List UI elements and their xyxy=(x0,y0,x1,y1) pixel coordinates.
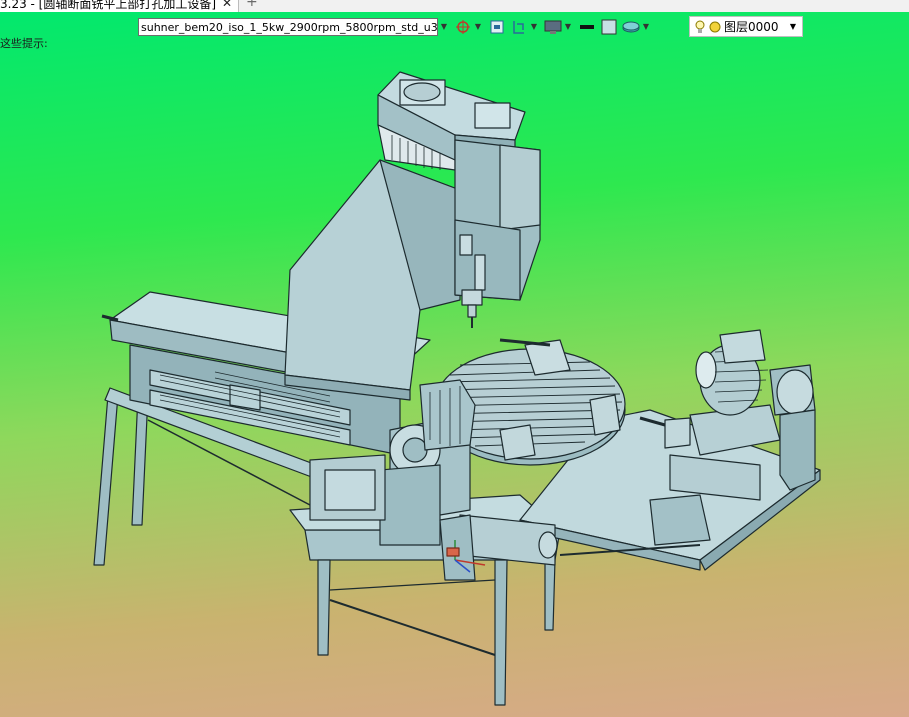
view-orient-icon[interactable] xyxy=(454,18,472,36)
hint-text: 这些提示: xyxy=(0,37,48,50)
tab-document[interactable]: 3.23 - [圆轴断面铣平上部打孔加工设备] ✕ xyxy=(0,0,240,12)
fill-color-icon[interactable] xyxy=(600,18,618,36)
display-mode-icon[interactable] xyxy=(544,18,562,36)
layer-name: 图层0000 xyxy=(724,20,779,34)
chevron-down-icon[interactable]: ▼ xyxy=(438,18,450,36)
3d-viewport[interactable]: 3.23 - [圆轴断面铣平上部打孔加工设备] ✕ + 这些提示: suhner… xyxy=(0,0,909,717)
close-icon[interactable]: ✕ xyxy=(222,0,232,10)
cad-model[interactable] xyxy=(0,0,909,717)
line-color-icon[interactable] xyxy=(578,18,596,36)
view-toolbar: suhner_bem20_iso_1_5kw_2900rpm_5800rpm_s… xyxy=(138,16,652,38)
document-tabstrip: 3.23 - [圆轴断面铣平上部打孔加工设备] ✕ + xyxy=(0,0,909,12)
chevron-down-icon[interactable]: ▼ xyxy=(640,18,652,36)
new-tab-icon[interactable]: + xyxy=(246,0,258,10)
chevron-down-icon[interactable]: ▼ xyxy=(472,18,484,36)
layer-selector[interactable]: 图层0000 ▼ xyxy=(689,16,803,37)
zoom-fit-icon[interactable] xyxy=(488,18,506,36)
model-selector[interactable]: suhner_bem20_iso_1_5kw_2900rpm_5800rpm_s… xyxy=(138,18,438,36)
layer-color-icon[interactable] xyxy=(709,21,721,33)
material-icon[interactable] xyxy=(622,18,640,36)
chevron-down-icon[interactable]: ▼ xyxy=(528,18,540,36)
tab-title: 3.23 - [圆轴断面铣平上部打孔加工设备] xyxy=(0,0,217,11)
chevron-down-icon[interactable]: ▼ xyxy=(562,18,574,36)
chevron-down-icon[interactable]: ▼ xyxy=(790,22,796,31)
lightbulb-icon[interactable] xyxy=(695,20,705,34)
section-icon[interactable] xyxy=(510,18,528,36)
